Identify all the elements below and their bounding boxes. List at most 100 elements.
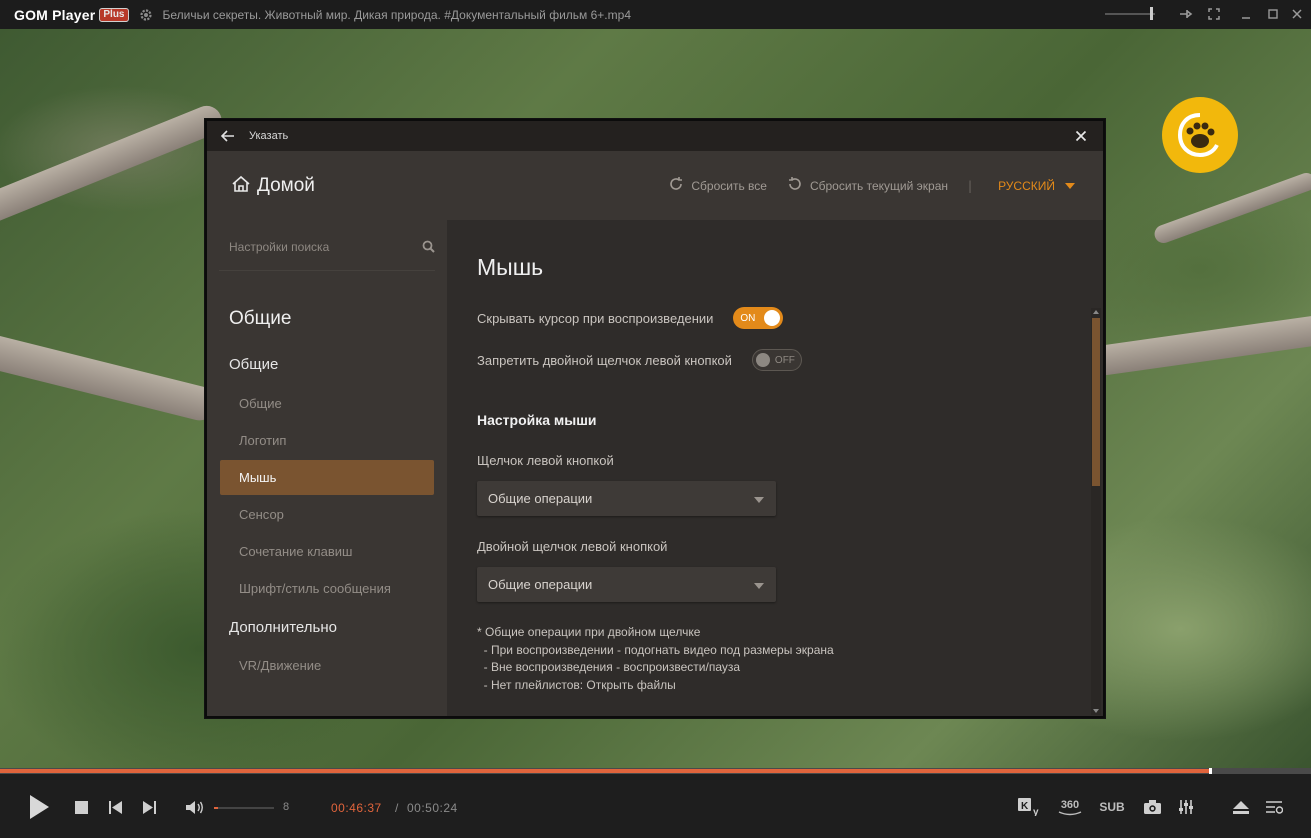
refresh-icon: [787, 176, 803, 195]
dialog-title: Указать: [249, 130, 289, 142]
sidebar-group-general[interactable]: Общие: [229, 356, 278, 373]
reset-all-button[interactable]: Сбросить все: [668, 176, 767, 195]
home-button[interactable]: Домой: [231, 175, 315, 197]
previous-icon[interactable]: [108, 800, 122, 814]
back-arrow-icon[interactable]: [221, 128, 237, 144]
title-volume-knob[interactable]: [1150, 7, 1153, 20]
subtitle-label: SUB: [1099, 800, 1125, 814]
left-click-value: Общие операции: [488, 491, 593, 506]
camera-icon[interactable]: [1143, 799, 1161, 815]
reset-screen-label: Сбросить текущий экран: [809, 178, 949, 193]
sidebar-item-mouse[interactable]: Мышь: [220, 460, 434, 495]
play-icon[interactable]: [26, 794, 52, 820]
eject-icon[interactable]: [1232, 800, 1250, 814]
next-icon[interactable]: [142, 800, 156, 814]
caret-down-icon: [754, 491, 764, 506]
scroll-down-icon[interactable]: [1092, 707, 1100, 715]
option-disable-dblclick: Запретить двойной щелчок левой кнопкой O…: [477, 349, 802, 371]
option-hide-cursor-label: Скрывать курсор при воспроизведении: [477, 310, 714, 326]
playlist-icon[interactable]: [1265, 799, 1283, 815]
volume-slider[interactable]: [214, 807, 274, 809]
toggle-knob: [755, 353, 770, 367]
gear-icon[interactable]: [139, 8, 153, 22]
header-separator: |: [968, 178, 973, 193]
pin-icon[interactable]: [1178, 6, 1194, 22]
home-label: Домой: [257, 174, 315, 196]
time-separator: /: [395, 801, 399, 815]
title-volume-track[interactable]: [1105, 13, 1155, 15]
dialog-header: Домой Сбросить все Сбросить текущий экра…: [207, 151, 1103, 220]
settings-main: Мышь Скрывать курсор при воспроизведении…: [447, 220, 1103, 716]
dbl-click-label: Двойной щелчок левой кнопкой: [477, 539, 668, 554]
equalizer-icon[interactable]: [1177, 798, 1195, 816]
home-icon: [231, 175, 251, 197]
option-hide-cursor: Скрывать курсор при воспроизведении ON: [477, 307, 784, 329]
branch-shape: [1089, 311, 1311, 377]
language-dropdown[interactable]: РУССКИЙ: [998, 179, 1075, 193]
sidebar-item-font-style[interactable]: Шрифт/стиль сообщения: [220, 571, 434, 606]
seek-bar-fill: [0, 769, 1209, 773]
settings-scrollbar[interactable]: [1091, 308, 1101, 715]
left-click-select[interactable]: Общие операции: [477, 481, 776, 516]
minimize-icon[interactable]: [1238, 6, 1254, 22]
dialog-topbar: Указать: [207, 121, 1103, 151]
scroll-thumb[interactable]: [1092, 318, 1100, 486]
reset-all-label: Сбросить все: [691, 178, 767, 193]
maximize-icon[interactable]: [1265, 6, 1281, 22]
sidebar-heading: Общие: [229, 308, 292, 329]
note-line: * Общие операции при двойном щелчке: [477, 625, 701, 639]
sidebar-item-vr-motion[interactable]: VR/Движение: [220, 648, 434, 683]
sidebar-item-logo[interactable]: Логотип: [220, 423, 434, 458]
scroll-up-icon[interactable]: [1092, 308, 1100, 316]
paw-logo-icon: [1162, 97, 1238, 173]
branch-shape: [0, 328, 221, 424]
player-controls: 8 00:46:37 / 00:50:24 Ky 360 SUB: [0, 774, 1311, 838]
fullscreen-icon[interactable]: [1206, 6, 1222, 22]
hide-cursor-toggle[interactable]: ON: [733, 307, 784, 329]
note-line: - Нет плейлистов: Открыть файлы: [477, 677, 676, 692]
sidebar-item-general[interactable]: Общие: [220, 386, 434, 421]
title-bar: GOM Player Plus Беличьи секреты. Животны…: [0, 0, 1311, 29]
toggle-state-label: ON: [740, 312, 756, 324]
svg-text:K: K: [1021, 801, 1029, 812]
logo-plus-badge: Plus: [99, 7, 129, 22]
volume-value: 8: [283, 801, 290, 813]
search-input[interactable]: Настройки поиска: [229, 240, 329, 254]
note-line: - Вне воспроизведения - воспроизвести/па…: [477, 660, 741, 674]
speaker-icon[interactable]: [184, 799, 204, 815]
branch-shape: [0, 101, 227, 227]
keyboard-icon[interactable]: Ky: [1018, 798, 1044, 816]
caret-down-icon: [1065, 179, 1075, 193]
time-total: 00:50:24: [407, 801, 458, 815]
section-heading: Настройка мыши: [477, 412, 597, 428]
sidebar-group-advanced[interactable]: Дополнительно: [229, 619, 337, 636]
dbl-click-select[interactable]: Общие операции: [477, 567, 776, 602]
logo-text: GOM Player: [14, 6, 96, 23]
stop-icon[interactable]: [74, 800, 88, 814]
vr-360-button[interactable]: 360: [1056, 796, 1084, 818]
caret-down-icon: [754, 577, 764, 592]
search-underline: [219, 270, 435, 271]
dbl-click-value: Общие операции: [488, 577, 593, 592]
volume-slider-fill: [214, 807, 218, 809]
settings-search[interactable]: Настройки поиска: [229, 232, 435, 262]
refresh-icon: [668, 176, 684, 195]
close-icon[interactable]: [1073, 128, 1089, 144]
file-title: Беличьи секреты. Животный мир. Дикая при…: [162, 7, 632, 22]
dblclick-note: * Общие операции при двойном щелчке - Пр…: [477, 624, 834, 694]
sidebar-item-touch[interactable]: Сенсор: [220, 497, 434, 532]
toggle-knob: [764, 310, 781, 326]
left-click-label: Щелчок левой кнопкой: [477, 453, 614, 468]
toggle-state-label: OFF: [774, 354, 795, 366]
close-window-icon[interactable]: [1289, 6, 1305, 22]
disable-dblclick-toggle[interactable]: OFF: [751, 349, 802, 371]
page-title: Мышь: [477, 254, 544, 280]
svg-text:y: y: [1033, 807, 1039, 816]
sidebar-item-hotkeys[interactable]: Сочетание клавиш: [220, 534, 434, 569]
note-line: - При воспроизведении - подогнать видео …: [477, 642, 834, 657]
branch-shape: [1152, 170, 1311, 246]
app-logo[interactable]: GOM Player Plus: [14, 7, 129, 23]
reset-screen-button[interactable]: Сбросить текущий экран: [787, 176, 948, 195]
search-icon[interactable]: [422, 238, 435, 257]
subtitle-button[interactable]: SUB: [1097, 798, 1127, 816]
